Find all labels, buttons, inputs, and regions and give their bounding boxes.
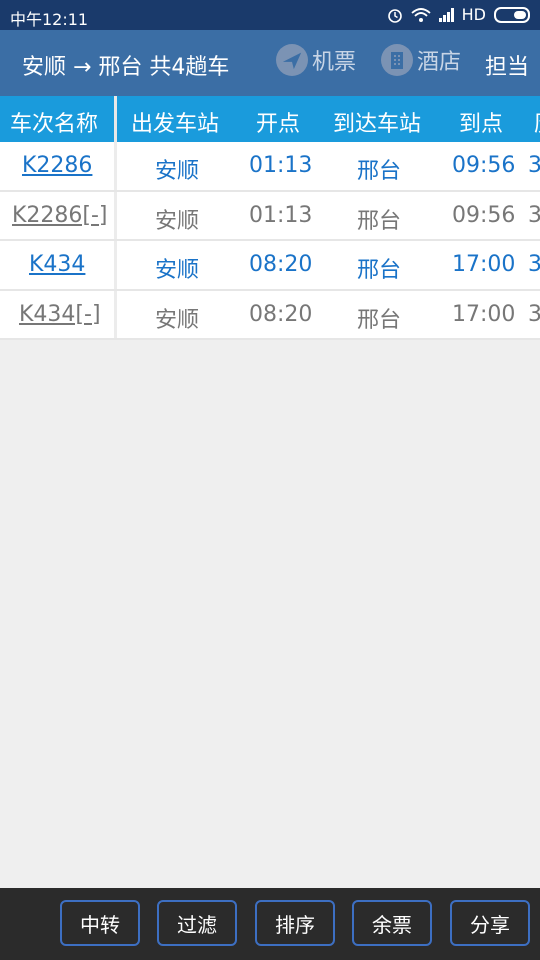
- train-number-link[interactable]: K434[-]: [19, 302, 101, 327]
- alarm-icon: [387, 8, 402, 23]
- departure-station: 安顺: [155, 159, 200, 184]
- col-train-name[interactable]: 车次名称: [10, 106, 98, 138]
- status-icons: HD: [387, 5, 530, 24]
- app-bar: 安顺 → 邢台 共4趟车 机票 酒店 担当: [0, 30, 540, 96]
- remaining-tickets-button[interactable]: 余票: [352, 900, 432, 946]
- status-time: 中午12:11: [10, 10, 89, 29]
- arrival-station: 邢台: [357, 208, 402, 234]
- col-duration[interactable]: 历: [534, 106, 540, 138]
- departure-station: 安顺: [155, 307, 200, 333]
- departure-station: 安顺: [155, 208, 200, 234]
- departure-station: 安顺: [155, 258, 200, 283]
- depart-time: 08:20: [249, 252, 313, 277]
- sort-button[interactable]: 排序: [255, 900, 335, 946]
- arrive-time: 17:00: [452, 252, 516, 277]
- flight-label: 机票: [312, 50, 357, 75]
- danbao-button[interactable]: 担当: [485, 49, 529, 81]
- hotel-icon: [381, 44, 413, 76]
- depart-time: 01:13: [249, 153, 313, 178]
- bottom-toolbar: 中转 过滤 排序 余票 分享: [0, 888, 540, 960]
- hotel-button[interactable]: 酒店: [381, 44, 461, 76]
- arrival-station: 邢台: [357, 307, 402, 333]
- transfer-button[interactable]: 中转: [60, 900, 140, 946]
- arrive-time: 17:00: [452, 301, 516, 327]
- wifi-icon: [411, 7, 431, 22]
- network-type: HD: [461, 5, 486, 24]
- col-depart-time[interactable]: 开点: [256, 106, 300, 138]
- arrival-station: 邢台: [357, 258, 402, 283]
- duration-cell: 3: [528, 252, 540, 277]
- duration-cell: 3: [528, 302, 540, 327]
- duration-cell: 3: [528, 203, 540, 228]
- col-arrive-time[interactable]: 到点: [459, 106, 503, 138]
- flight-button[interactable]: 机票: [276, 44, 356, 76]
- train-list: K2286 安顺 01:13 邢台 09:56 3 K2286[-] 安顺 01…: [0, 142, 540, 340]
- col-arrival-station[interactable]: 到达车站: [333, 106, 421, 138]
- signal-icon: [438, 7, 454, 22]
- train-number-link[interactable]: K2286: [22, 153, 92, 178]
- arrival-station: 邢台: [357, 159, 402, 184]
- filter-button[interactable]: 过滤: [157, 900, 237, 946]
- table-header: 车次名称 出发车站 开点 到达车站 到点 历: [0, 96, 540, 142]
- depart-time: 08:20: [249, 301, 313, 327]
- table-row[interactable]: K434 安顺 08:20 邢台 17:00 3: [0, 241, 540, 291]
- hotel-label: 酒店: [417, 50, 462, 75]
- plane-icon: [276, 44, 308, 76]
- battery-icon: [494, 6, 530, 23]
- header-divider: [114, 96, 117, 142]
- table-row[interactable]: K2286[-] 安顺 01:13 邢台 09:56 3: [0, 191, 540, 241]
- col-departure-station[interactable]: 出发车站: [131, 106, 219, 138]
- train-number-link[interactable]: K434: [29, 252, 85, 277]
- share-button[interactable]: 分享: [450, 900, 530, 946]
- table-row[interactable]: K434[-] 安顺 08:20 邢台 17:00 3: [0, 290, 540, 340]
- depart-time: 01:13: [249, 202, 313, 228]
- duration-cell: 3: [528, 153, 540, 178]
- arrive-time: 09:56: [452, 202, 516, 228]
- arrive-time: 09:56: [452, 153, 516, 178]
- route-title: 安顺 → 邢台 共4趟车: [22, 55, 230, 80]
- train-number-link[interactable]: K2286[-]: [12, 203, 108, 228]
- status-bar: 中午12:11 HD: [0, 0, 540, 30]
- table-row[interactable]: K2286 安顺 01:13 邢台 09:56 3: [0, 142, 540, 192]
